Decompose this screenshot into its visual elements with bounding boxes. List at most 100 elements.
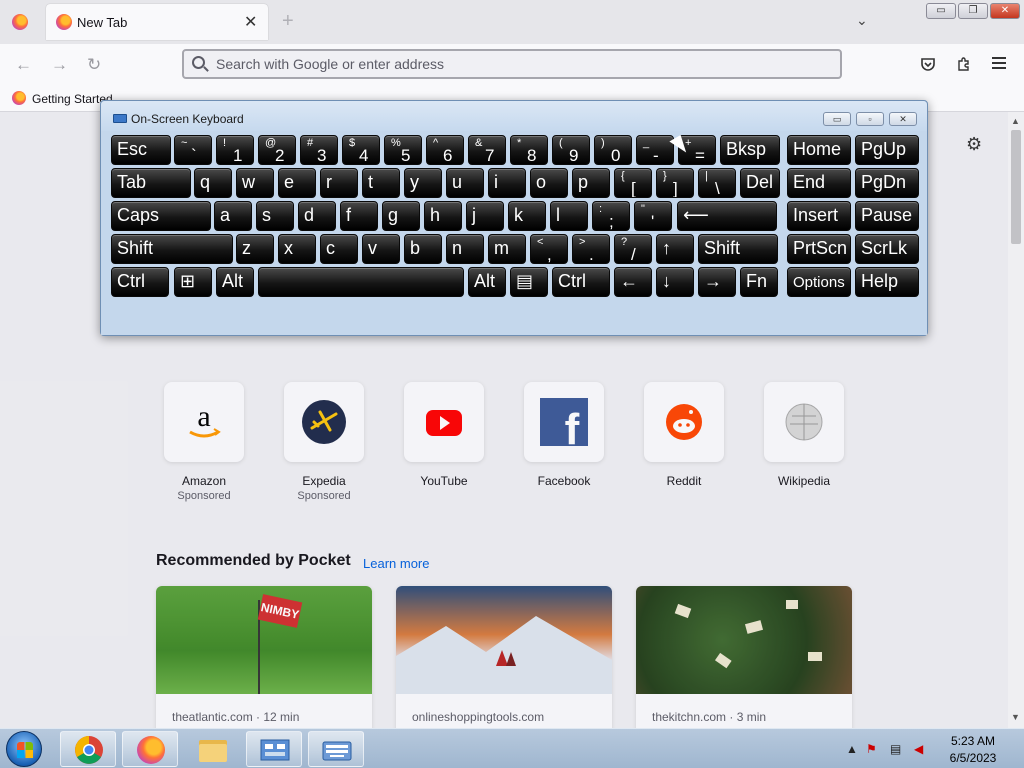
key-r[interactable]: r — [320, 168, 358, 198]
key-alt[interactable]: Alt — [468, 267, 506, 297]
pocket-card-thekitchn[interactable]: thekitchn.com · 3 min — [636, 586, 852, 728]
taskbar-firefox[interactable] — [122, 731, 178, 767]
key-scrlk[interactable]: ScrLk — [855, 234, 919, 264]
key-l[interactable]: l — [550, 201, 588, 231]
network-icon[interactable]: ▤ — [890, 742, 901, 756]
osk-close-button[interactable]: ✕ — [889, 112, 917, 126]
taskbar-explorer[interactable] — [184, 731, 240, 767]
tray-expand-icon[interactable]: ▲ — [846, 742, 858, 756]
key-j[interactable]: j — [466, 201, 504, 231]
key-m[interactable]: m — [488, 234, 526, 264]
taskbar-control-panel[interactable] — [246, 731, 302, 767]
top-site-amazon[interactable]: a Amazon Sponsored — [156, 382, 252, 502]
key-8595[interactable]: ↓ — [656, 267, 694, 297]
key-h[interactable]: h — [424, 201, 462, 231]
clock-time[interactable]: 5:23 AM — [944, 734, 1002, 748]
key-v[interactable]: v — [362, 234, 400, 264]
top-site-wikipedia[interactable]: Wikipedia — [756, 382, 852, 488]
hamburger-menu-icon[interactable] — [992, 57, 1006, 69]
key-5[interactable]: % 5 — [384, 135, 422, 165]
key-1[interactable]: ! 1 — [216, 135, 254, 165]
key-bksp[interactable]: Bksp — [720, 135, 780, 165]
key-esc[interactable]: Esc — [111, 135, 171, 165]
top-site-expedia[interactable]: Expedia Sponsored — [276, 382, 372, 502]
key-39[interactable]: " ' — [634, 201, 672, 231]
key-45[interactable]: _ - — [636, 135, 674, 165]
key-9636[interactable]: ▤ — [510, 267, 548, 297]
key-t[interactable]: t — [362, 168, 400, 198]
key-4[interactable]: $4 — [342, 135, 380, 165]
forward-button[interactable]: → — [51, 55, 68, 75]
key-options[interactable]: Options — [787, 267, 851, 297]
volume-muted-icon[interactable]: ◀ — [914, 742, 923, 756]
taskbar-chrome[interactable] — [60, 731, 116, 767]
key-10229[interactable]: ⟵ — [677, 201, 777, 231]
window-maximize-button[interactable]: ❐ — [958, 3, 988, 19]
key-i[interactable]: i — [488, 168, 526, 198]
key-del[interactable]: Del — [740, 168, 780, 198]
key-space[interactable] — [258, 267, 464, 297]
key-93[interactable]: }] — [656, 168, 694, 198]
key-home[interactable]: Home — [787, 135, 851, 165]
key-92[interactable]: | \ — [698, 168, 736, 198]
key-59[interactable]: :; — [592, 201, 630, 231]
top-site-youtube[interactable]: YouTube — [396, 382, 492, 488]
key-shift[interactable]: Shift — [698, 234, 778, 264]
key-end[interactable]: End — [787, 168, 851, 198]
clock-date[interactable]: 6/5/2023 — [944, 751, 1002, 765]
key-b[interactable]: b — [404, 234, 442, 264]
key-caps[interactable]: Caps — [111, 201, 211, 231]
pocket-learn-more-link[interactable]: Learn more — [363, 556, 429, 571]
scroll-down-icon[interactable]: ▼ — [1011, 712, 1020, 722]
key-pause[interactable]: Pause — [855, 201, 919, 231]
key-9[interactable]: (9 — [552, 135, 590, 165]
key-8593[interactable]: ↑ — [656, 234, 694, 264]
new-tab-button[interactable]: + — [282, 10, 294, 33]
key-47[interactable]: ? / — [614, 234, 652, 264]
reload-button[interactable]: ↻ — [87, 55, 101, 75]
scrollbar-thumb[interactable] — [1011, 130, 1021, 244]
extensions-puzzle-icon[interactable] — [956, 56, 972, 72]
key-8[interactable]: * 8 — [510, 135, 548, 165]
key-z[interactable]: z — [236, 234, 274, 264]
key-91[interactable]: {[ — [614, 168, 652, 198]
key-pgup[interactable]: PgUp — [855, 135, 919, 165]
pocket-icon[interactable] — [920, 56, 936, 72]
key-u[interactable]: u — [446, 168, 484, 198]
key-k[interactable]: k — [508, 201, 546, 231]
tab-new-tab[interactable]: New Tab ✕ — [46, 4, 268, 40]
page-scrollbar[interactable]: ▲ ▼ — [1008, 112, 1024, 728]
key-d[interactable]: d — [298, 201, 336, 231]
key-f[interactable]: f — [340, 201, 378, 231]
key-w[interactable]: w — [236, 168, 274, 198]
gear-icon[interactable]: ⚙ — [966, 134, 982, 155]
url-bar[interactable] — [182, 49, 842, 79]
firefox-menu-icon[interactable] — [12, 14, 28, 30]
key-p[interactable]: p — [572, 168, 610, 198]
key-alt[interactable]: Alt — [216, 267, 254, 297]
key-2[interactable]: @2 — [258, 135, 296, 165]
key-96[interactable]: ~ ` — [174, 135, 212, 165]
key-x[interactable]: x — [278, 234, 316, 264]
key-q[interactable]: q — [194, 168, 232, 198]
key-y[interactable]: y — [404, 168, 442, 198]
key-insert[interactable]: Insert — [787, 201, 851, 231]
pocket-card-atlantic[interactable]: NIMBY theatlantic.com · 12 min — [156, 586, 372, 728]
key-ctrl[interactable]: Ctrl — [111, 267, 169, 297]
top-site-reddit[interactable]: Reddit — [636, 382, 732, 488]
scroll-up-icon[interactable]: ▲ — [1011, 116, 1020, 126]
start-button[interactable] — [6, 731, 42, 767]
taskbar-osk[interactable] — [308, 731, 364, 767]
key-help[interactable]: Help — [855, 267, 919, 297]
osk-minimize-button[interactable]: ▭ — [823, 112, 851, 126]
key-8592[interactable]: ← — [614, 267, 652, 297]
osk-maximize-button[interactable]: ▫ — [856, 112, 884, 126]
key-8594[interactable]: → — [698, 267, 736, 297]
key-c[interactable]: c — [320, 234, 358, 264]
back-button[interactable]: ← — [15, 55, 32, 75]
key-6[interactable]: ^ 6 — [426, 135, 464, 165]
key-prtscn[interactable]: PrtScn — [787, 234, 851, 264]
window-minimize-button[interactable]: ▭ — [926, 3, 956, 19]
key-3[interactable]: #3 — [300, 135, 338, 165]
key-7[interactable]: & 7 — [468, 135, 506, 165]
